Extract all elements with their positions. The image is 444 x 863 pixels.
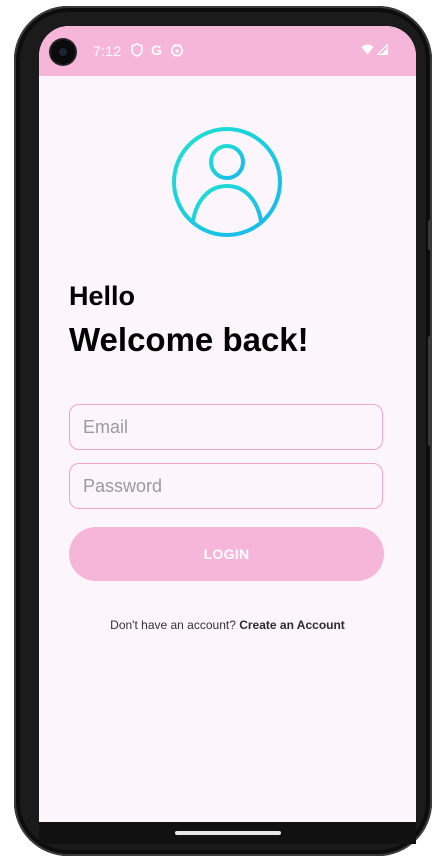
login-button[interactable]: LOGIN [69,527,384,581]
email-input[interactable] [81,415,371,439]
greeting-title: Hello [69,281,136,311]
profile-avatar-icon [171,126,283,238]
welcome-title: Welcome back! [69,321,309,358]
password-field[interactable] [69,463,383,509]
front-camera [51,40,75,64]
app-notification-icon [170,43,184,57]
power-button [428,220,432,250]
volume-button [428,336,432,446]
create-account-link[interactable]: Create an Account [239,618,345,632]
google-g-icon: G [151,42,162,58]
home-indicator[interactable] [175,831,281,835]
cell-signal-icon [375,42,389,60]
app-screen: 7:12 G Hello Welcome back! Email LOGIN D… [39,26,416,829]
wifi-icon [361,42,374,60]
status-time: 7:12 [93,43,122,59]
email-field[interactable] [69,404,383,450]
password-input[interactable] [81,474,371,498]
status-bar: 7:12 G [39,26,416,76]
signup-prompt: Don't have an account? [110,618,240,632]
signup-row: Don't have an account? Create an Account [39,618,416,632]
shield-icon [131,43,143,57]
